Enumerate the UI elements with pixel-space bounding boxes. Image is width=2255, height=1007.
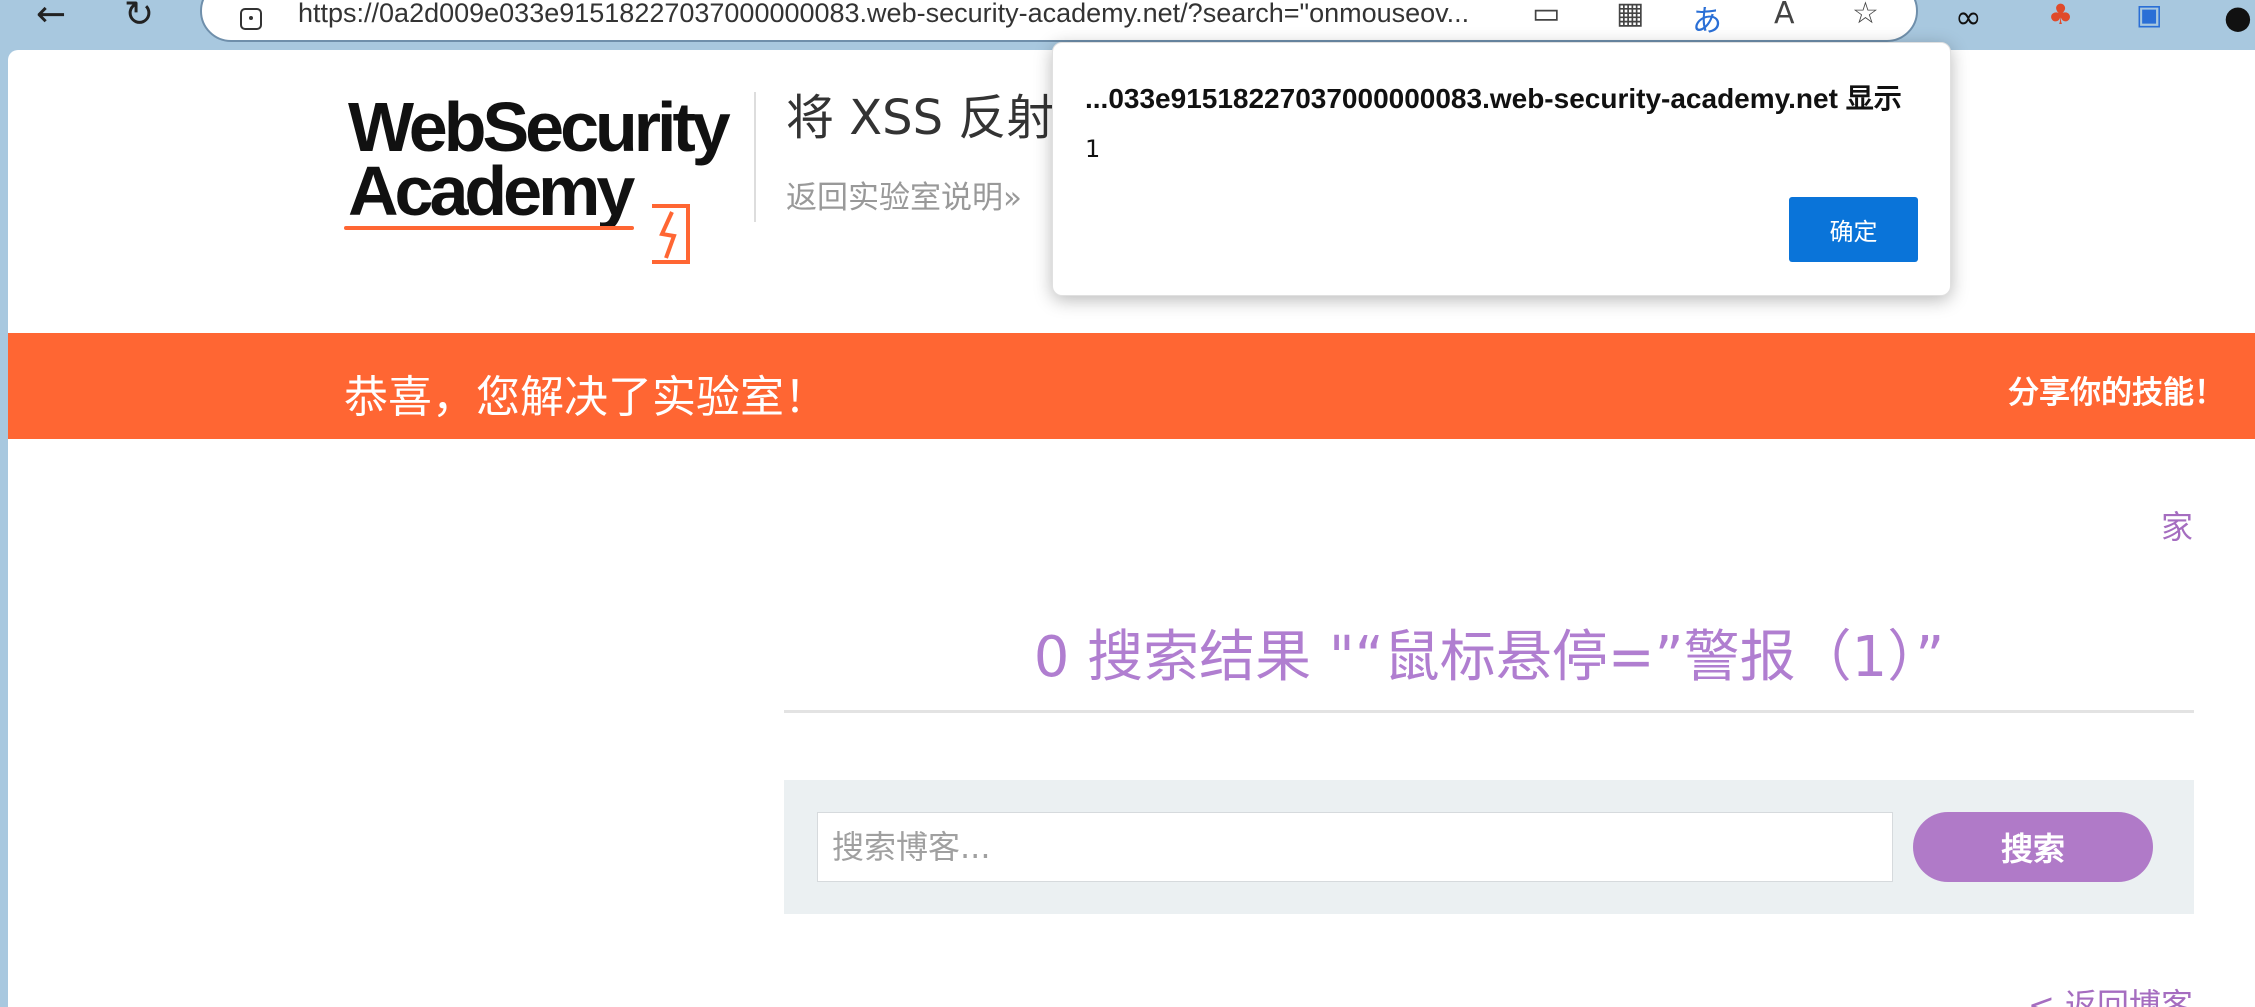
chevron-right-icon: » <box>1003 180 1022 216</box>
back-to-lab-link[interactable]: 返回实验室说明» <box>786 172 1022 217</box>
back-to-lab-label: 返回实验室说明 <box>786 180 1003 216</box>
solved-banner: 恭喜，您解决了实验室！ 分享你的技能！ <box>8 333 2255 439</box>
lab-title: 将 XSS 反射 <box>786 90 1055 146</box>
logo-line-2: Academy <box>348 152 635 230</box>
lock-icon[interactable] <box>240 8 262 30</box>
logo-flash-icon <box>652 204 690 264</box>
header-divider <box>754 92 756 222</box>
infinity-icon[interactable]: ∞ <box>1955 0 1982 36</box>
search-button[interactable]: 搜索 <box>1913 812 2153 882</box>
logo-underline <box>344 226 634 230</box>
solved-message: 恭喜，您解决了实验室！ <box>344 372 828 423</box>
search-panel: 搜索 <box>784 780 2194 914</box>
reload-icon[interactable]: ↻ <box>124 0 154 35</box>
favorite-star-icon[interactable]: ☆ <box>1852 0 1879 31</box>
apps-icon[interactable]: ▦ <box>1616 0 1644 31</box>
share-skills-link[interactable]: 分享你的技能！ <box>2008 367 2225 412</box>
profile-icon[interactable]: ● <box>2224 0 2252 36</box>
alert-dialog: ...033e91518227037000000083.web-security… <box>1052 42 1951 296</box>
search-input[interactable] <box>817 812 1893 882</box>
dialog-ok-button[interactable]: 确定 <box>1789 197 1918 262</box>
search-results-heading: 0 搜索结果 "“鼠标悬停=”警报（1）” <box>1033 625 1945 690</box>
address-url[interactable]: https://0a2d009e033e91518227037000000083… <box>298 0 1469 29</box>
home-link[interactable]: 家 <box>2161 502 2193 548</box>
results-divider <box>784 710 2194 713</box>
back-to-blog-link[interactable]: < 返回博客 <box>2028 980 2193 1007</box>
device-icon[interactable]: ▭ <box>1532 0 1560 31</box>
translate-icon[interactable]: あ <box>1692 0 1722 40</box>
dialog-title: ...033e91518227037000000083.web-security… <box>1085 83 1902 114</box>
dialog-message: 1 <box>1085 135 1101 163</box>
address-bar[interactable]: https://0a2d009e033e91518227037000000083… <box>200 0 1918 42</box>
web-security-academy-logo[interactable]: WebSecurity Academy <box>344 92 768 264</box>
read-aloud-icon[interactable]: A <box>1774 0 1795 31</box>
download-extension-icon[interactable]: ▣ <box>2136 0 2162 31</box>
extension-icon[interactable]: ♣ <box>2048 0 2073 31</box>
back-arrow-icon[interactable]: ← <box>36 0 66 35</box>
